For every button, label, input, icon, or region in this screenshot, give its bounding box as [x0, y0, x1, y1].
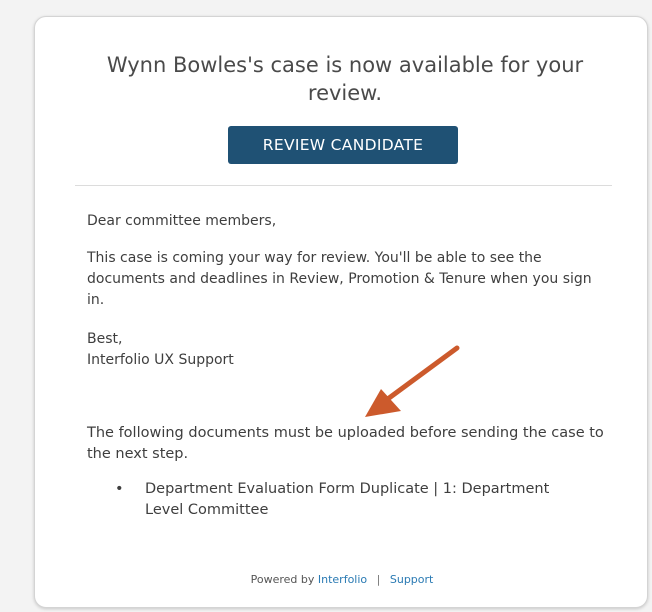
interfolio-link[interactable]: Interfolio [318, 573, 367, 586]
signoff-greeting: Best, [87, 331, 123, 347]
bullet-icon: • [115, 481, 124, 497]
annotation-arrow-icon [365, 345, 460, 417]
required-documents-intro: The following documents must be uploaded… [87, 425, 604, 462]
intro-paragraph: This case is coming your way for review.… [87, 250, 592, 308]
salutation: Dear committee members, [87, 213, 277, 229]
signoff: Best, Interfolio UX Support [87, 329, 607, 371]
required-documents-list: • Department Evaluation Form Duplicate |… [115, 479, 555, 521]
email-card: Wynn Bowles's case is now available for … [34, 16, 648, 608]
powered-by-label: Powered by [250, 573, 315, 586]
signoff-sender: Interfolio UX Support [87, 352, 234, 368]
review-candidate-button[interactable]: REVIEW CANDIDATE [228, 126, 458, 164]
arrow-shaft [382, 345, 460, 404]
required-document-name: Department Evaluation Form Duplicate | 1… [145, 481, 550, 518]
email-footer: Powered by Interfolio | Support [35, 573, 649, 586]
list-item: • Department Evaluation Form Duplicate |… [115, 479, 555, 521]
divider [75, 185, 612, 186]
footer-separator: | [376, 573, 381, 586]
email-heading: Wynn Bowles's case is now available for … [106, 53, 584, 105]
support-link[interactable]: Support [390, 573, 433, 586]
